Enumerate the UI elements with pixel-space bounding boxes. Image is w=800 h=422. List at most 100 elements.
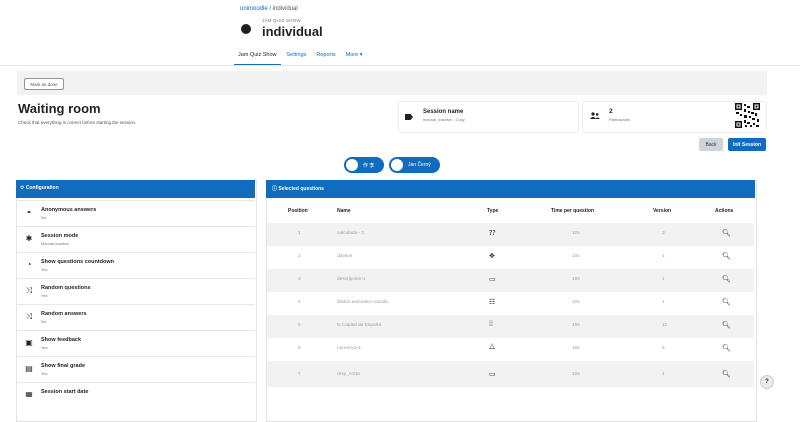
- activity-icon: [241, 24, 251, 34]
- breadcrumb-current: individual: [272, 6, 298, 12]
- cell-name: descripcion-1: [337, 277, 366, 282]
- grade-icon: ▤: [25, 364, 33, 373]
- back-button[interactable]: Back: [699, 138, 723, 151]
- column-header-time: Time per question: [551, 208, 594, 214]
- stopwatch-icon: ◔: [26, 260, 32, 269]
- config-item-name: Anonymous answers: [41, 207, 97, 213]
- config-item-show-questions-countdown: ◔ Show questions countdown Yes: [16, 252, 255, 279]
- short-answer-icon: ▭: [489, 371, 496, 378]
- activity-type: JAM QUIZ SHOW: [262, 18, 301, 23]
- users-icon: [590, 112, 600, 122]
- search-icon[interactable]: 🔍︎: [722, 275, 731, 283]
- cell-version: 12: [662, 323, 668, 328]
- cell-name: Match-animales-comida: [337, 300, 388, 305]
- search-icon[interactable]: 🔍︎: [722, 321, 731, 329]
- calendar-icon: ▦: [25, 390, 33, 397]
- cell-name: calculada - 1: [337, 231, 365, 236]
- cell-position: 7: [298, 372, 301, 377]
- avatar: [346, 159, 358, 171]
- table-row: 2 ddwtos ✥ 10s 1 🔍︎: [267, 246, 754, 269]
- participants-label: Participants: [609, 117, 630, 122]
- search-icon[interactable]: 🔍︎: [722, 344, 731, 352]
- tab-reports[interactable]: Reports: [312, 47, 339, 65]
- avatar: [391, 159, 403, 171]
- config-item-name: Show questions countdown: [41, 259, 115, 265]
- column-header-actions: Actions: [715, 208, 734, 214]
- cell-name: N.Capital de España: [337, 323, 381, 328]
- config-item-random-questions: ⤨ Random questions Yes: [16, 278, 255, 305]
- cell-position: 2: [298, 254, 301, 259]
- shuffle-icon: ⤨: [25, 286, 33, 295]
- search-icon[interactable]: 🔍︎: [722, 229, 731, 237]
- cell-time: 10s: [572, 300, 580, 305]
- column-header-position: Position: [288, 208, 308, 214]
- session-name-value: manual_inactive - Copy: [423, 117, 465, 122]
- configuration-title-text: Configuration: [25, 185, 59, 191]
- selected-questions-title: ⓘ Selected questions: [272, 186, 324, 192]
- table-row: 6 numerica-1 ⧊ 10s 6 🔍︎: [267, 338, 754, 361]
- user-pill: Jan Černý: [389, 157, 440, 173]
- waiting-room-subtitle: Check that everything is correct before …: [18, 120, 137, 125]
- cell-position: 4: [298, 300, 301, 305]
- help-button[interactable]: ?: [760, 375, 774, 389]
- config-item-value: Yes: [41, 293, 48, 298]
- puzzle-icon: ✱: [25, 234, 33, 243]
- breadcrumb-course-link[interactable]: unimoodle: [240, 6, 268, 12]
- table-row: 5 N.Capital de España ⁞⁞ 10s 12 🔍︎: [267, 315, 754, 338]
- column-header-name: Name: [337, 208, 351, 214]
- config-item-value: Yes: [41, 371, 48, 376]
- calculator-icon: ⧊: [489, 344, 496, 351]
- config-item-value: Yes: [41, 267, 48, 272]
- cell-name: resp_corta: [337, 372, 360, 377]
- config-item-name: Show feedback: [41, 337, 82, 343]
- matching-icon: ☷: [489, 299, 496, 306]
- config-item-value: Manual inactive: [41, 241, 69, 246]
- config-item-name: Show final grade: [41, 363, 86, 369]
- activity-header-bar: [17, 71, 767, 95]
- config-item-show-feedback: ▣ Show feedback Yes: [16, 330, 255, 357]
- selected-questions-header: [266, 180, 755, 198]
- tab-settings[interactable]: Settings: [283, 47, 311, 65]
- calculated-icon: ⁇: [489, 230, 496, 237]
- cell-name: numerica-1: [337, 346, 361, 351]
- search-icon[interactable]: 🔍︎: [722, 252, 731, 260]
- table-row: 7 resp_corta ▭ 10s 1 🔍︎: [267, 361, 754, 387]
- user-name: Jan Černý: [408, 162, 431, 168]
- config-item-name: Random answers: [41, 311, 87, 317]
- config-item-value: No: [41, 319, 47, 324]
- mark-as-done-button[interactable]: Mark as done: [24, 78, 64, 90]
- config-item-value: Yes: [41, 345, 48, 350]
- participants-count: 2: [609, 108, 613, 115]
- feedback-icon: ▣: [25, 338, 33, 347]
- config-item-name: Session start date: [41, 389, 89, 395]
- page-title: individual: [262, 24, 323, 39]
- column-header-version: Version: [653, 208, 672, 214]
- search-icon[interactable]: 🔍︎: [722, 370, 731, 378]
- cell-time: 10s: [572, 231, 580, 236]
- cell-version: 1: [662, 300, 665, 305]
- cell-name: ddwtos: [337, 254, 353, 259]
- table-row: 4 Match-animales-comida ☷ 10s 1 🔍︎: [267, 292, 754, 315]
- cell-time: 10s: [572, 323, 580, 328]
- drag-drop-icon: ✥: [489, 253, 495, 260]
- qr-code-icon[interactable]: [735, 103, 760, 128]
- init-session-button[interactable]: Init Session: [728, 138, 766, 151]
- config-item-name: Session mode: [41, 233, 79, 239]
- breadcrumb: unimoodle / individual: [240, 6, 298, 12]
- tab-divider: [0, 65, 800, 66]
- tab-more[interactable]: More ▾: [342, 47, 367, 65]
- user-name: 作 李: [363, 162, 375, 169]
- table-row: 3 descripcion-1 ▭ 10s 1 🔍︎: [267, 269, 754, 292]
- tab-jam-quiz-show[interactable]: Jam Quiz Show: [234, 47, 281, 65]
- config-item-value: No: [41, 215, 47, 220]
- config-item-show-final-grade: ▤ Show final grade Yes: [16, 356, 255, 383]
- cell-position: 6: [298, 346, 301, 351]
- search-icon[interactable]: 🔍︎: [722, 298, 731, 306]
- breadcrumb-separator: /: [269, 6, 272, 12]
- config-item-anonymous-answers: ◓ Anonymous answers No: [16, 200, 255, 227]
- cell-time: 10s: [572, 254, 580, 259]
- cell-version: 1: [662, 372, 665, 377]
- cell-version: 1: [662, 277, 665, 282]
- config-item-session-mode: ✱ Session mode Manual inactive: [16, 226, 255, 253]
- cell-version: 1: [662, 254, 665, 259]
